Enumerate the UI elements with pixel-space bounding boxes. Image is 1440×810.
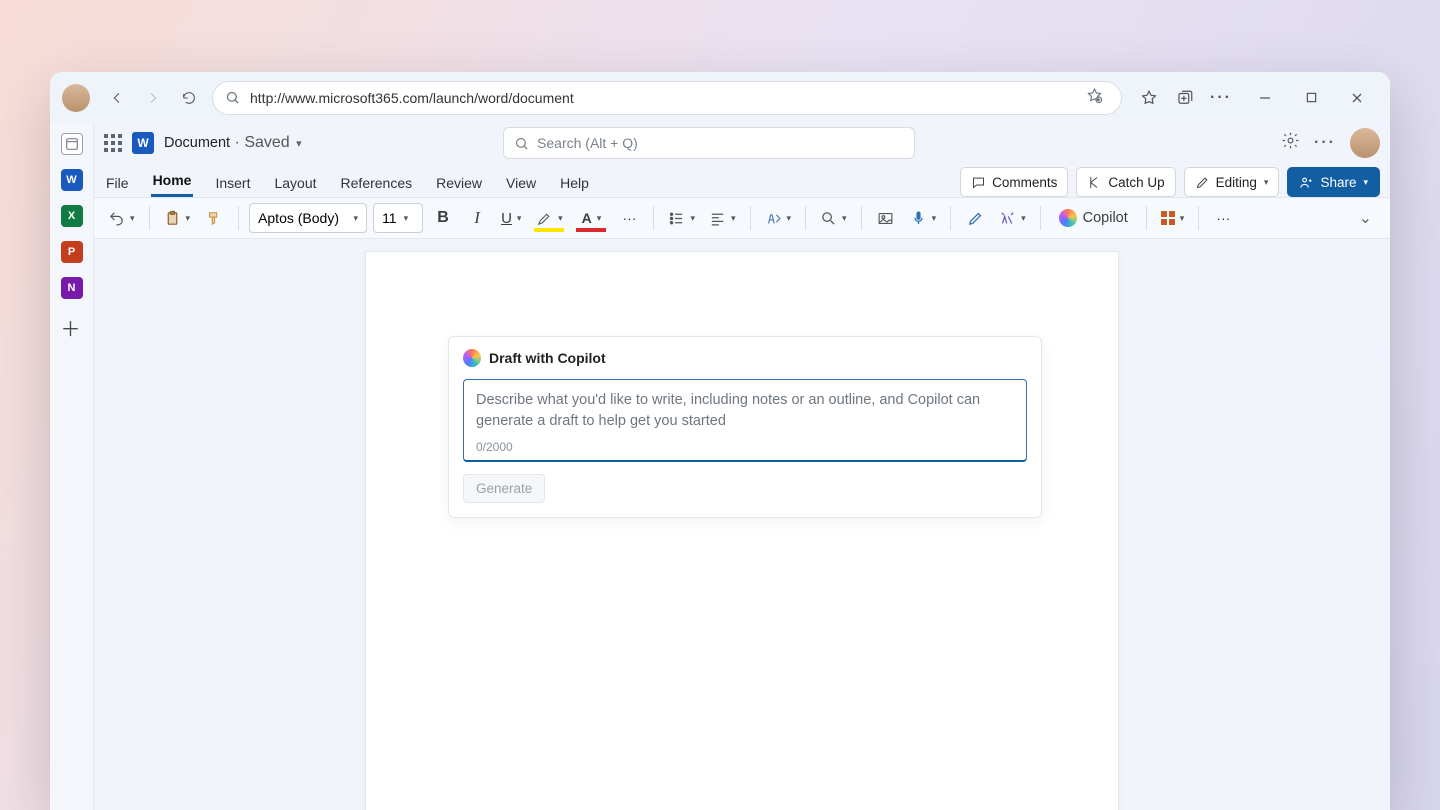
add-ins-button[interactable]: ▾ xyxy=(1157,203,1189,233)
copilot-button[interactable]: Copilot xyxy=(1051,203,1136,233)
comments-button[interactable]: Comments xyxy=(960,167,1068,197)
rail-tab-icon[interactable] xyxy=(61,133,83,155)
editing-mode-button[interactable]: Editing▾ xyxy=(1184,167,1280,197)
tab-view[interactable]: View xyxy=(504,169,538,197)
find-button[interactable]: ▾ xyxy=(816,203,851,233)
refresh-button[interactable] xyxy=(172,81,206,115)
copilot-draft-card: Draft with Copilot Describe what you'd l… xyxy=(448,336,1042,518)
copilot-card-title: Draft with Copilot xyxy=(489,350,606,366)
more-font-button[interactable]: ··· xyxy=(615,203,643,233)
tab-layout[interactable]: Layout xyxy=(272,169,318,197)
insert-picture-button[interactable] xyxy=(872,203,900,233)
undo-button[interactable]: ▾ xyxy=(104,203,139,233)
document-canvas[interactable]: Draft with Copilot Describe what you'd l… xyxy=(94,239,1390,810)
add-favorite-icon[interactable] xyxy=(1086,87,1103,109)
bullets-button[interactable]: ▾ xyxy=(664,203,699,233)
settings-icon[interactable] xyxy=(1281,131,1300,155)
chevron-down-icon: ▾ xyxy=(296,138,302,150)
copilot-icon xyxy=(463,349,481,367)
rail-word-icon[interactable]: W xyxy=(61,169,83,191)
underline-button[interactable]: U▾ xyxy=(497,203,525,233)
word-app-icon: W xyxy=(132,132,154,154)
paste-button[interactable]: ▾ xyxy=(160,203,195,233)
close-button[interactable] xyxy=(1334,81,1380,115)
document-page[interactable]: Draft with Copilot Describe what you'd l… xyxy=(365,251,1119,810)
rail-add-button[interactable]: ＋ xyxy=(61,313,83,335)
url-input[interactable] xyxy=(250,90,1076,106)
tab-file[interactable]: File xyxy=(104,169,131,197)
align-button[interactable]: ▾ xyxy=(705,203,740,233)
catch-up-button[interactable]: Catch Up xyxy=(1076,167,1175,197)
highlight-color-button[interactable]: ▾ xyxy=(531,203,567,233)
editor-button[interactable] xyxy=(961,203,989,233)
word-app: W Document · Saved ▾ Search (Alt + Q) ··… xyxy=(94,123,1390,810)
search-box[interactable]: Search (Alt + Q) xyxy=(503,127,915,159)
window-controls xyxy=(1242,81,1380,115)
search-placeholder: Search (Alt + Q) xyxy=(537,135,638,151)
browser-more-icon[interactable]: ··· xyxy=(1212,89,1230,107)
styles-button[interactable]: ▾ xyxy=(761,203,796,233)
collections-icon[interactable] xyxy=(1176,89,1194,107)
browser-toolbar: ··· xyxy=(50,72,1390,123)
font-color-button[interactable]: A ▾ xyxy=(573,203,609,233)
tab-home[interactable]: Home xyxy=(151,166,194,197)
share-button[interactable]: Share▾ xyxy=(1287,167,1380,197)
app-header: W Document · Saved ▾ Search (Alt + Q) ··… xyxy=(94,123,1390,163)
back-button[interactable] xyxy=(100,81,134,115)
browser-window: ··· W X P N ＋ W Document · Saved ▾ xyxy=(50,72,1390,810)
minimize-button[interactable] xyxy=(1242,81,1288,115)
forward-button[interactable] xyxy=(136,81,170,115)
ribbon-collapse-icon[interactable]: ⌄ xyxy=(1351,208,1380,228)
profile-avatar[interactable] xyxy=(62,84,90,112)
tab-review[interactable]: Review xyxy=(434,169,484,197)
designer-button[interactable]: ▾ xyxy=(995,203,1030,233)
rail-excel-icon[interactable]: X xyxy=(61,205,83,227)
copilot-prompt-placeholder: Describe what you'd like to write, inclu… xyxy=(476,390,1014,432)
app-rail: W X P N ＋ xyxy=(50,123,94,810)
rail-onenote-icon[interactable]: N xyxy=(61,277,83,299)
maximize-button[interactable] xyxy=(1288,81,1334,115)
copilot-prompt-input[interactable]: Describe what you'd like to write, inclu… xyxy=(463,379,1027,462)
address-bar[interactable] xyxy=(212,81,1122,115)
tab-insert[interactable]: Insert xyxy=(213,169,252,197)
generate-button[interactable]: Generate xyxy=(463,474,545,503)
rail-powerpoint-icon[interactable]: P xyxy=(61,241,83,263)
ribbon-toolbar: ▾ ▾ Aptos (Body)▾ 11▾ B I U▾ ▾ xyxy=(94,197,1390,239)
toolbar-more-button[interactable]: ··· xyxy=(1209,203,1237,233)
tab-references[interactable]: References xyxy=(339,169,415,197)
more-options-icon[interactable]: ··· xyxy=(1314,134,1336,152)
font-size-select[interactable]: 11▾ xyxy=(373,203,423,233)
ribbon-tabs: File Home Insert Layout References Revie… xyxy=(94,163,1390,197)
tab-help[interactable]: Help xyxy=(558,169,591,197)
app-launcher-icon[interactable] xyxy=(104,134,122,152)
favorites-icon[interactable] xyxy=(1140,89,1158,107)
copilot-char-count: 0/2000 xyxy=(476,440,1014,454)
user-avatar[interactable] xyxy=(1350,128,1380,158)
browser-actions: ··· xyxy=(1140,89,1230,107)
bold-button[interactable]: B xyxy=(429,203,457,233)
document-title[interactable]: Document · Saved ▾ xyxy=(164,134,302,152)
dictate-button[interactable]: ▾ xyxy=(906,203,941,233)
copilot-icon xyxy=(1059,209,1077,227)
font-family-select[interactable]: Aptos (Body)▾ xyxy=(249,203,367,233)
italic-button[interactable]: I xyxy=(463,203,491,233)
format-painter-button[interactable] xyxy=(200,203,228,233)
